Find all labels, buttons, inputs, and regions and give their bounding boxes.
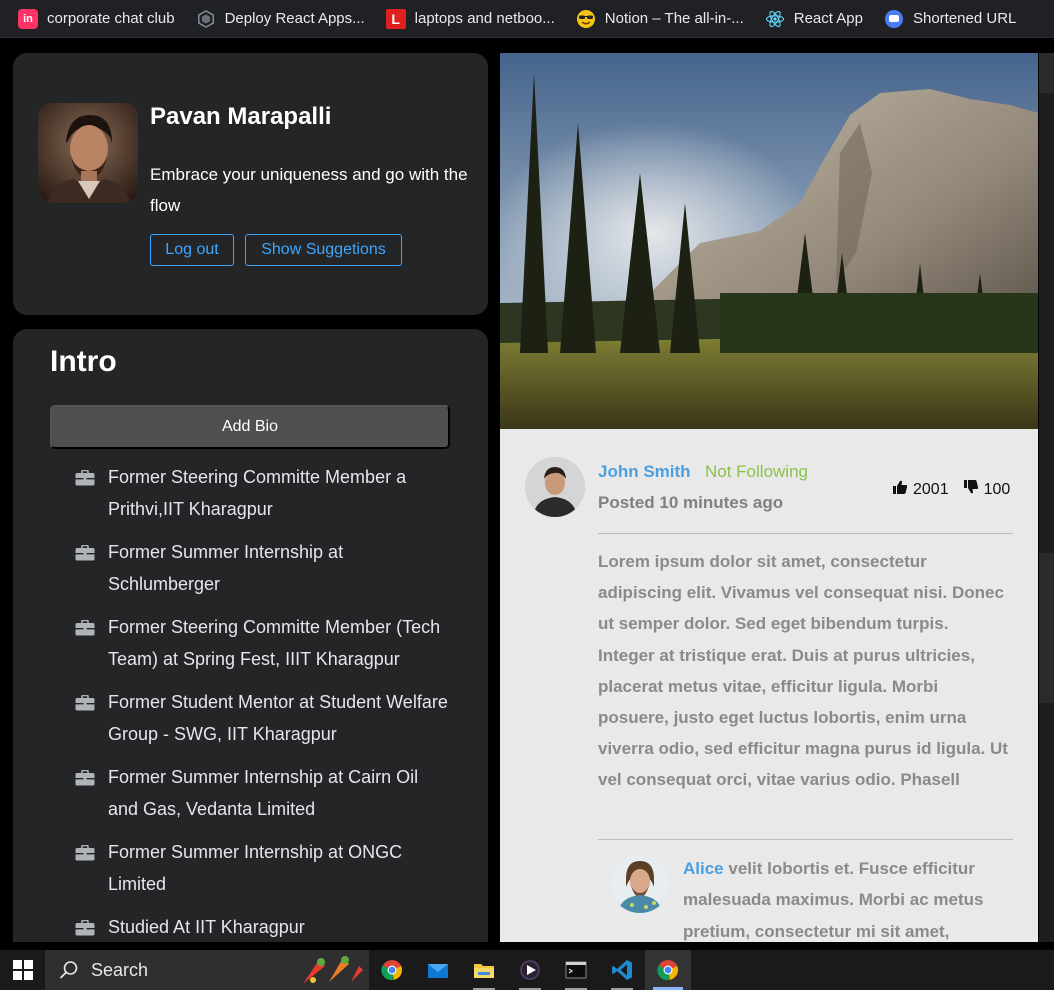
invision-icon: in [18,8,38,29]
terminal-taskbar-button[interactable] [553,950,599,990]
post-timestamp: Posted 10 minutes ago [598,493,784,512]
thumbs-up-icon[interactable] [892,479,913,500]
reactions: 2001 100 [892,479,1010,500]
taskbar: Search [0,950,1054,990]
post-body: Lorem ipsum dolor sit amet, consectetur … [598,552,1008,790]
mail-taskbar-button[interactable] [415,950,461,990]
vscode-taskbar-button[interactable] [599,950,645,990]
intro-item: Former Student Mentor at Student Welfare… [73,686,453,750]
intro-item-text: Former Summer Internship at ONGC Limited [108,842,403,894]
search-label: Search [91,959,149,980]
intro-item: Former Steering Committe Member (Tech Te… [73,611,453,675]
profile-avatar[interactable] [38,103,138,203]
post-author-name[interactable]: John Smith [598,462,691,482]
bookmark-label: Shortened URL [912,10,1017,27]
bookmark-notion[interactable]: Notion – The all-in-... [576,9,744,29]
search-icon [59,961,78,979]
bookmark-corporate-chat-club[interactable]: in corporate chat club [18,8,175,29]
search-highlight-icon [303,956,363,984]
bookmark-label: laptops and netboo... [414,10,555,27]
briefcase-icon [75,620,95,636]
briefcase-icon [75,770,95,786]
intro-title: Intro [50,345,117,378]
intro-item: Former Summer Internship at Cairn Oil an… [73,761,453,825]
bookmark-shortened-url[interactable]: Shortened URL [884,9,1016,29]
profile-card: Pavan Marapalli Embrace your uniqueness … [13,53,488,315]
intro-item-text: Former Student Mentor at Student Welfare… [108,692,448,744]
bookmark-react-app[interactable]: React App [765,9,863,29]
thumbs-down-icon[interactable] [963,479,984,500]
bookmark-label: Notion – The all-in-... [604,10,744,27]
post-image [500,53,1038,429]
intro-list: Former Steering Committe Member a Prithv… [73,461,453,942]
profile-tagline: Embrace your uniqueness and go with the … [150,165,468,215]
intro-item-text: Former Steering Committe Member (Tech Te… [108,617,441,669]
intro-item-text: Former Steering Committe Member a Prithv… [108,467,407,519]
chrome-taskbar-button[interactable] [369,950,415,990]
profile-name: Pavan Marapalli [150,103,332,130]
start-button[interactable] [0,950,45,990]
comment-text: Alice velit lobortis et. Fusce efficitur… [683,853,1008,942]
mail-icon [428,964,448,978]
react-icon [765,9,785,29]
file-explorer-taskbar-button[interactable] [461,950,507,990]
follow-status[interactable]: Not Following [705,462,808,482]
bookmark-deploy-react-apps[interactable]: Deploy React Apps... [196,9,365,29]
post-author-avatar[interactable] [525,457,585,517]
bookmark-label: React App [793,10,863,27]
intro-item: Former Summer Internship at ONGC Limited [73,836,453,900]
briefcase-icon [75,470,95,486]
add-bio-button[interactable]: Add Bio [50,405,450,449]
dislikes-count: 100 [983,480,1011,498]
media-player-taskbar-button[interactable] [507,950,553,990]
comment-author-avatar[interactable] [610,853,670,913]
letter-l-icon: L [385,8,406,29]
intro-item: Former Summer Internship at Schlumberger [73,536,453,600]
briefcase-icon [75,545,95,561]
show-suggestions-button[interactable]: Show Suggetions [245,234,402,266]
divider [598,839,1013,840]
post-card: John Smith Not Following Posted 10 minut… [500,429,1038,942]
chrome-icon [381,960,403,981]
comment-body: velit lobortis et. Fusce efficitur males… [683,859,984,941]
chat-bubble-icon [884,9,904,29]
bookmark-laptops[interactable]: L laptops and netboo... [385,8,555,29]
chrome-active-icon [657,960,679,981]
vscode-icon [612,960,632,980]
logout-button[interactable]: Log out [150,234,234,266]
divider [598,533,1013,534]
intro-card: Intro Add Bio Former Steering Committe M… [13,329,488,942]
intro-item-text: Former Summer Internship at Schlumberger [108,542,344,594]
likes-count: 2001 [913,480,949,498]
file-explorer-icon [474,964,494,978]
sunglasses-emoji-icon [576,9,596,29]
briefcase-icon [75,920,95,936]
comment-author-name[interactable]: Alice [683,859,724,878]
taskbar-search[interactable]: Search [45,950,369,990]
side-panel-edge [1039,553,1054,703]
briefcase-icon [75,695,95,711]
bookmark-label: corporate chat club [47,10,175,27]
bookmark-label: Deploy React Apps... [224,10,365,27]
terminal-icon [565,961,587,979]
scroll-thumb[interactable] [1039,53,1054,93]
netlify-hex-icon [196,9,216,29]
windows-icon [12,960,33,980]
intro-item: Former Steering Committe Member a Prithv… [73,461,453,525]
chrome-active-taskbar-button[interactable] [645,950,691,990]
intro-item-text: Studied At IIT Kharagpur [108,917,305,937]
media-player-icon [520,960,540,980]
side-strip [1039,53,1054,942]
intro-item-text: Former Summer Internship at Cairn Oil an… [108,767,419,819]
intro-item: Studied At IIT Kharagpur [73,911,453,942]
bookmarks-bar: in corporate chat club Deploy React Apps… [0,0,1054,38]
page-content: Pavan Marapalli Embrace your uniqueness … [0,39,1054,942]
briefcase-icon [75,845,95,861]
